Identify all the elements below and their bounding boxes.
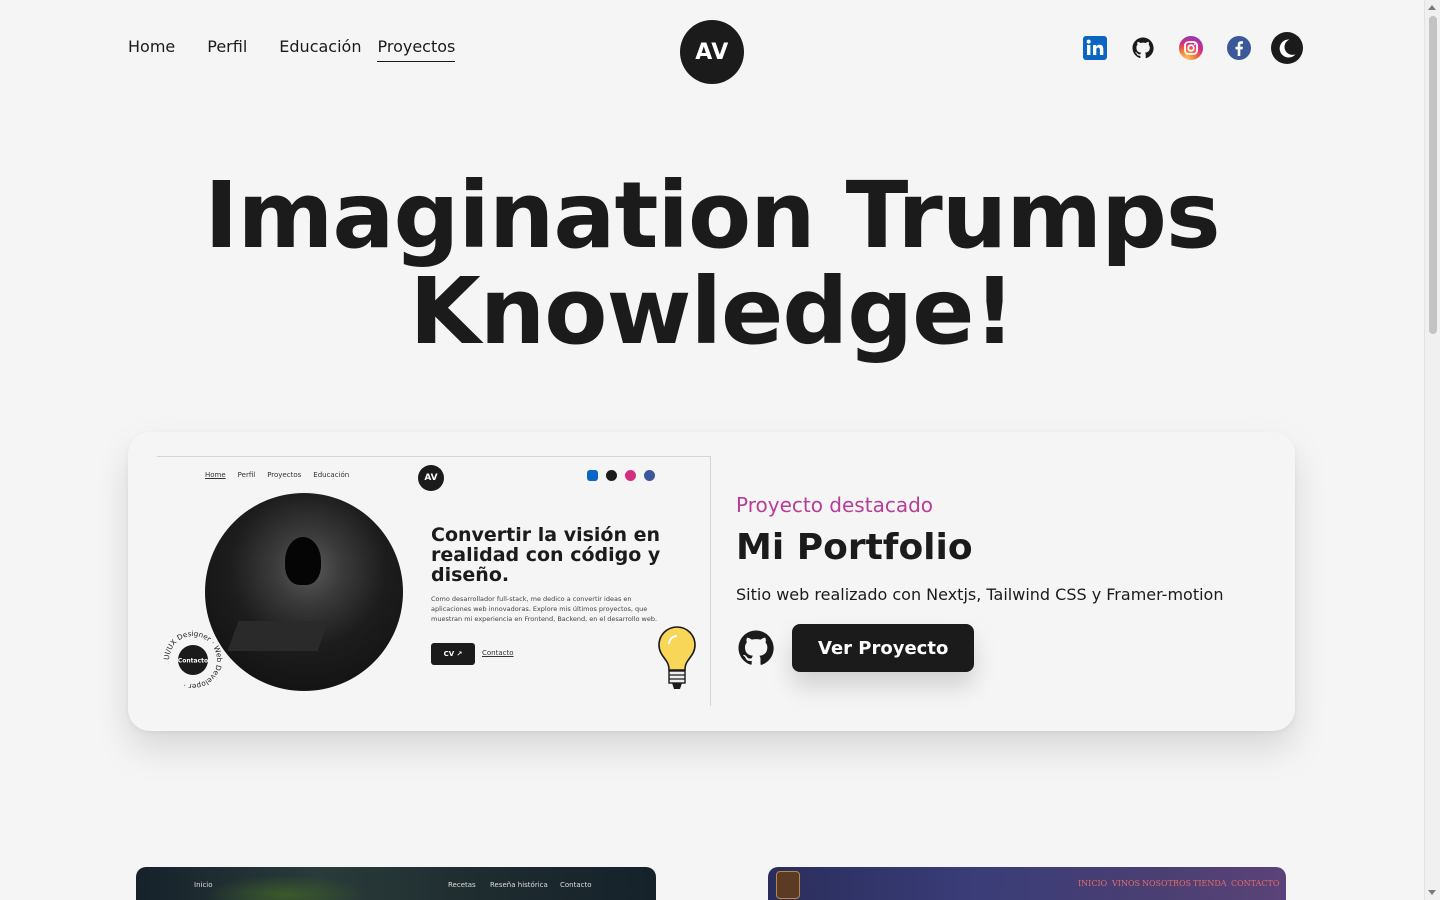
- laptop-shape: [227, 621, 329, 651]
- preview-nav-item: Educación: [313, 471, 350, 479]
- lightbulb-icon: [658, 626, 696, 689]
- nav-educacion[interactable]: Educación: [279, 36, 361, 62]
- preview-instagram-icon: [625, 470, 636, 481]
- social-links: [1079, 32, 1303, 64]
- project-title[interactable]: Mi Portfolio: [736, 526, 1276, 570]
- preview-facebook-icon: [644, 470, 655, 481]
- preview-github-icon: [606, 470, 617, 481]
- scroll-up-arrow-icon[interactable]: [1428, 5, 1436, 10]
- preview-nav-item: CONTACTO: [1231, 879, 1280, 888]
- featured-project-card: Home Perfil Proyectos Educación AV UI/UX…: [128, 432, 1295, 731]
- linkedin-icon[interactable]: [1079, 32, 1111, 64]
- preview-nav-item: VINOS: [1112, 879, 1140, 888]
- project-description: Sitio web realizado con Nextjs, Tailwind…: [736, 585, 1224, 604]
- github-icon[interactable]: [1127, 32, 1159, 64]
- nav-proyectos[interactable]: Proyectos: [377, 36, 455, 62]
- hero-line-2: Knowledge!: [409, 258, 1016, 365]
- main-nav: Home Perfil Educación Proyectos: [128, 36, 455, 62]
- nav-perfil[interactable]: Perfil: [207, 36, 247, 62]
- contact-ring-badge: UI/UX Designer · Web Developer · Contact…: [162, 629, 224, 691]
- featured-project-info: Proyecto destacado Mi Portfolio Sitio we…: [736, 492, 1276, 672]
- page-scrollbar[interactable]: [1424, 0, 1440, 900]
- scrollbar-thumb[interactable]: [1429, 16, 1437, 334]
- preview-cv-button: CV ↗: [431, 643, 475, 665]
- project-eyebrow: Proyecto destacado: [736, 493, 934, 517]
- project-card-recetas-preview[interactable]: Inicio Recetas Reseña histórica Contacto: [136, 867, 656, 900]
- preview-social-icons: [587, 470, 655, 481]
- preview-nav-item: Inicio: [194, 881, 213, 889]
- nav-home[interactable]: Home: [128, 36, 175, 62]
- hood-shadow: [285, 537, 321, 585]
- preview-nav: Home Perfil Proyectos Educación: [205, 471, 349, 479]
- facebook-icon[interactable]: [1223, 32, 1255, 64]
- preview-nav-item: Recetas: [448, 881, 476, 889]
- view-project-button[interactable]: Ver Proyecto: [792, 624, 975, 672]
- instagram-icon[interactable]: [1175, 32, 1207, 64]
- hooded-figure-image: [205, 493, 403, 691]
- dark-mode-toggle-icon[interactable]: [1271, 32, 1303, 64]
- preview-nav-item: Proyectos: [267, 471, 302, 479]
- project-card-vinos-preview[interactable]: INICIO VINOS NOSOTROS TIENDA CONTACTO: [768, 867, 1286, 900]
- preview-linkedin-icon: [587, 470, 598, 481]
- preview-paragraph: Como desarrollador full-stack, me dedico…: [431, 595, 658, 623]
- hero-line-1: Imagination Trumps: [204, 162, 1220, 269]
- preview-nav-item: Reseña histórica: [490, 881, 548, 889]
- github-repo-icon[interactable]: [736, 628, 776, 668]
- winery-crest-logo: [776, 871, 800, 899]
- project-actions: Ver Proyecto: [736, 624, 1276, 672]
- preview-nav-item: INICIO: [1078, 879, 1108, 888]
- preview-heading: Convertir la visión en realidad con códi…: [431, 524, 661, 586]
- hero-heading: Imagination Trumps Knowledge!: [0, 168, 1424, 360]
- preview-nav-item: Perfil: [237, 471, 256, 479]
- preview-contact-link: Contacto: [482, 649, 514, 657]
- scroll-down-arrow-icon[interactable]: [1428, 890, 1436, 895]
- preview-nav-item: TIENDA: [1193, 879, 1227, 888]
- food-image-detail: [206, 875, 366, 900]
- preview-nav-item: NOSOTROS: [1142, 879, 1191, 888]
- preview-cv-label: CV: [443, 650, 455, 658]
- preview-nav-item: Home: [205, 471, 226, 479]
- ring-center-label: Contacto: [178, 658, 208, 665]
- preview-nav-item: Contacto: [560, 881, 592, 889]
- site-logo[interactable]: AV: [680, 20, 744, 84]
- project-preview-image[interactable]: Home Perfil Proyectos Educación AV UI/UX…: [157, 456, 711, 706]
- preview-logo: AV: [418, 465, 444, 491]
